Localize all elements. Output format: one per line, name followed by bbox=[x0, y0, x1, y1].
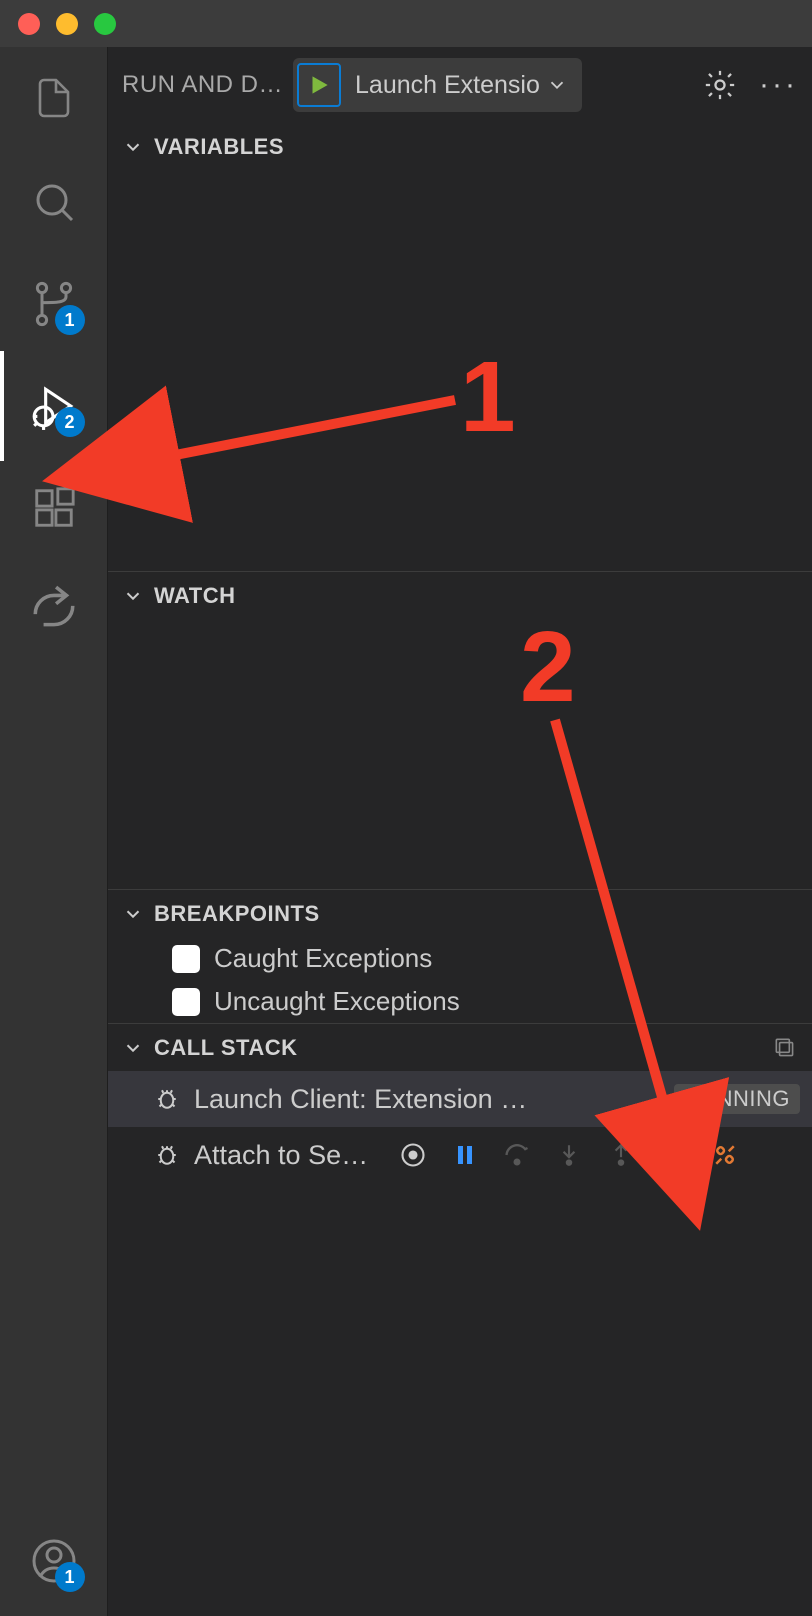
panel-title: RUN AND D… bbox=[122, 71, 283, 99]
activity-bar: 1 2 1 bbox=[0, 47, 107, 1616]
step-over-icon bbox=[503, 1141, 531, 1169]
breakpoint-label: Uncaught Exceptions bbox=[214, 986, 460, 1017]
bug-icon bbox=[152, 1140, 182, 1170]
extensions-tab[interactable] bbox=[29, 483, 79, 533]
chevron-down-icon bbox=[546, 74, 568, 96]
step-out-button[interactable] bbox=[604, 1138, 638, 1172]
breakpoints-section-header[interactable]: BREAKPOINTS bbox=[108, 889, 812, 937]
section-title: BREAKPOINTS bbox=[154, 901, 320, 927]
chevron-down-icon bbox=[122, 1037, 144, 1059]
more-actions-button[interactable]: ··· bbox=[759, 68, 798, 102]
pause-button[interactable] bbox=[448, 1138, 482, 1172]
watch-section-header[interactable]: WATCH bbox=[108, 571, 812, 619]
source-control-tab[interactable]: 1 bbox=[29, 279, 79, 329]
run-debug-tab[interactable]: 2 bbox=[29, 381, 79, 431]
pause-icon bbox=[453, 1143, 477, 1167]
collapse-all-icon[interactable] bbox=[772, 1035, 798, 1061]
breakpoints-body: Caught Exceptions Uncaught Exceptions bbox=[108, 937, 812, 1023]
callstack-label: Launch Client: Extension … bbox=[194, 1084, 662, 1115]
scm-badge: 1 bbox=[55, 305, 85, 335]
restart-button[interactable] bbox=[656, 1138, 690, 1172]
launch-config-label: Launch Extensio bbox=[355, 71, 540, 100]
section-title: WATCH bbox=[154, 583, 236, 609]
fullscreen-window-button[interactable] bbox=[94, 13, 116, 35]
step-out-icon bbox=[608, 1142, 634, 1168]
account-badge: 1 bbox=[55, 1562, 85, 1592]
search-icon bbox=[30, 178, 78, 226]
start-debug-button[interactable] bbox=[297, 63, 341, 107]
disconnect-button[interactable] bbox=[708, 1138, 742, 1172]
chevron-down-icon bbox=[122, 903, 144, 925]
step-over-button[interactable] bbox=[500, 1138, 534, 1172]
breakpoint-label: Caught Exceptions bbox=[214, 943, 432, 974]
close-window-button[interactable] bbox=[18, 13, 40, 35]
disconnect-icon bbox=[710, 1140, 740, 1170]
files-icon bbox=[30, 76, 78, 124]
minimize-window-button[interactable] bbox=[56, 13, 78, 35]
share-icon bbox=[29, 585, 79, 635]
gear-icon bbox=[703, 68, 737, 102]
record-button[interactable] bbox=[396, 1138, 430, 1172]
callstack-item[interactable]: Launch Client: Extension … RUNNING bbox=[108, 1071, 812, 1127]
breakpoint-item[interactable]: Uncaught Exceptions bbox=[108, 980, 812, 1023]
callstack-section-header[interactable]: CALL STACK bbox=[108, 1023, 812, 1071]
record-icon bbox=[399, 1141, 427, 1169]
breakpoint-item[interactable]: Caught Exceptions bbox=[108, 937, 812, 980]
play-icon bbox=[306, 72, 332, 98]
search-tab[interactable] bbox=[29, 177, 79, 227]
debug-badge: 2 bbox=[55, 407, 85, 437]
checkbox[interactable] bbox=[172, 988, 200, 1016]
sidebar-header: RUN AND D… Launch Extensio ··· bbox=[108, 47, 812, 123]
title-bar bbox=[0, 0, 812, 47]
checkbox[interactable] bbox=[172, 945, 200, 973]
extensions-icon bbox=[31, 485, 77, 531]
debug-sidebar: RUN AND D… Launch Extensio ··· VARIABL bbox=[107, 47, 812, 1616]
status-badge: RUNNING bbox=[674, 1084, 800, 1114]
callstack-label: Attach to Se… bbox=[194, 1140, 384, 1171]
step-into-button[interactable] bbox=[552, 1138, 586, 1172]
debug-settings-button[interactable] bbox=[703, 68, 737, 102]
chevron-down-icon bbox=[122, 136, 144, 158]
watch-body bbox=[108, 619, 812, 889]
section-title: CALL STACK bbox=[154, 1035, 298, 1061]
callstack-item[interactable]: Attach to Se… bbox=[108, 1127, 812, 1183]
bug-icon bbox=[152, 1084, 182, 1114]
step-into-icon bbox=[556, 1142, 582, 1168]
explorer-tab[interactable] bbox=[29, 75, 79, 125]
variables-section-header[interactable]: VARIABLES bbox=[108, 123, 812, 171]
variables-body bbox=[108, 171, 812, 571]
accounts-button[interactable]: 1 bbox=[29, 1536, 79, 1586]
callstack-body: Launch Client: Extension … RUNNING Attac… bbox=[108, 1071, 812, 1183]
restart-icon bbox=[659, 1141, 687, 1169]
chevron-down-icon bbox=[122, 585, 144, 607]
section-title: VARIABLES bbox=[154, 134, 284, 160]
live-share-tab[interactable] bbox=[29, 585, 79, 635]
launch-config-select[interactable]: Launch Extensio bbox=[341, 71, 578, 100]
